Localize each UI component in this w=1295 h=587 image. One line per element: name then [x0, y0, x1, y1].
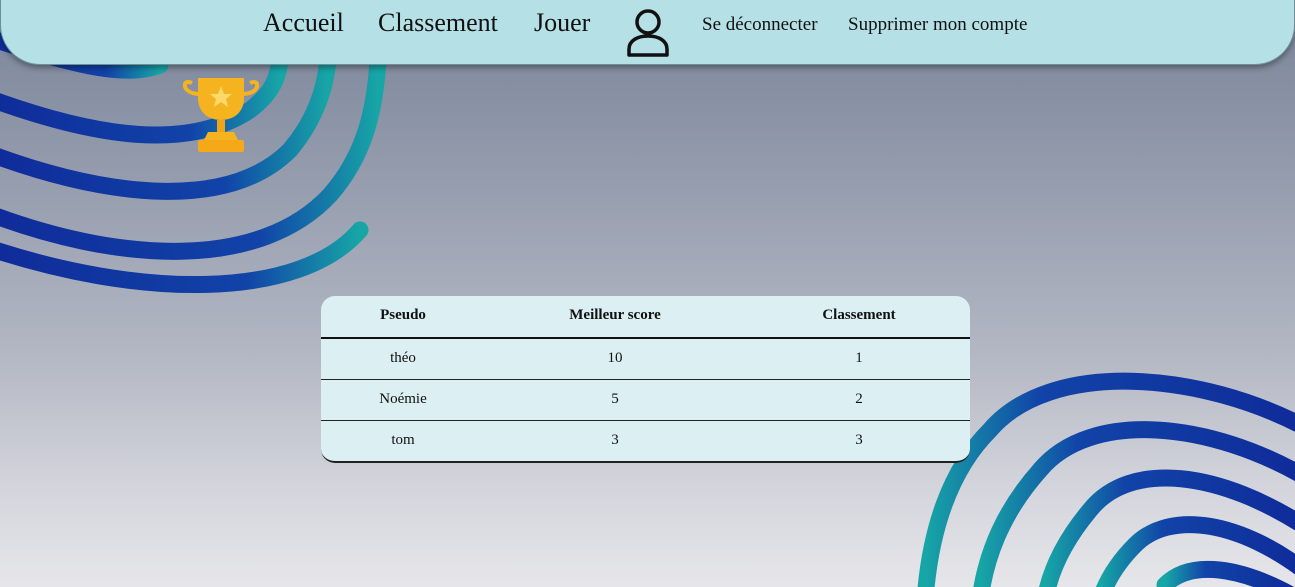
user-icon[interactable] — [623, 5, 673, 59]
header-rank: Classement — [822, 307, 896, 323]
table-row: théo 10 1 — [321, 338, 970, 380]
cell-score: 10 — [607, 350, 623, 366]
table-row: Noémie 5 2 — [321, 379, 970, 421]
cell-rank: 1 — [855, 350, 863, 366]
leaderboard-table: Pseudo Meilleur score Classement théo 10… — [321, 296, 970, 463]
nav-ranking-link[interactable]: Classement — [378, 8, 498, 38]
cell-score: 3 — [611, 432, 619, 448]
cell-pseudo: théo — [390, 350, 416, 366]
table-header-row: Pseudo Meilleur score Classement — [321, 296, 970, 339]
delete-account-link[interactable]: Supprimer mon compte — [848, 14, 1027, 36]
cell-rank: 3 — [855, 432, 863, 448]
logout-link[interactable]: Se déconnecter — [702, 14, 818, 36]
header-pseudo: Pseudo — [380, 307, 426, 323]
cell-pseudo: tom — [391, 432, 415, 448]
top-navbar: Accueil Classement Jouer Se déconnecter … — [0, 0, 1295, 65]
header-best-score: Meilleur score — [569, 307, 661, 323]
cell-rank: 2 — [855, 391, 863, 407]
nav-play-link[interactable]: Jouer — [534, 8, 590, 38]
cell-score: 5 — [611, 391, 619, 407]
table-row: tom 3 3 — [321, 420, 970, 461]
nav-home-link[interactable]: Accueil — [263, 8, 344, 38]
cell-pseudo: Noémie — [379, 391, 427, 407]
trophy-icon — [182, 78, 260, 152]
